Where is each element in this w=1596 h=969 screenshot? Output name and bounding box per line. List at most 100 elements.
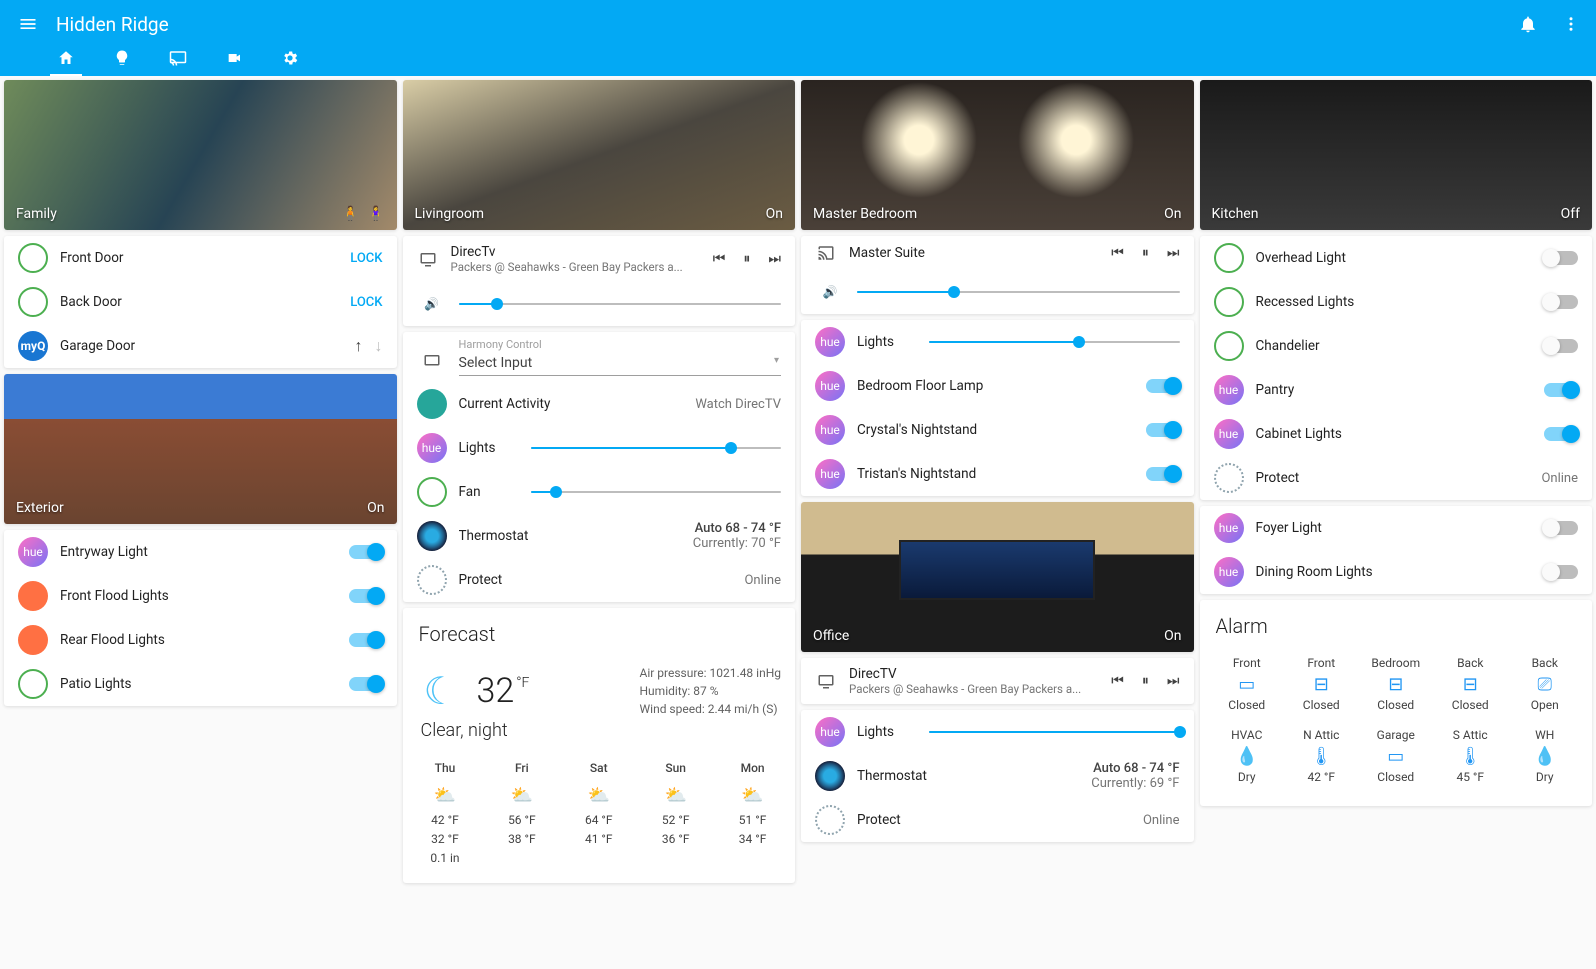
exterior-room-state: On (367, 500, 384, 516)
volume-icon: 🔊 (417, 289, 447, 319)
media-next-button[interactable]: ⏭ (768, 251, 781, 267)
hue-icon: hue (815, 371, 845, 401)
tv-icon (417, 250, 439, 268)
office-header[interactable]: Office On (801, 502, 1194, 652)
presence-icon-male: 🧍 (342, 206, 359, 222)
entity-label: Foyer Light (1256, 520, 1533, 536)
forecast-title: Forecast (403, 608, 796, 650)
alarm-sensor[interactable]: Back⎚Open (1508, 648, 1583, 720)
thermostat-icon (815, 761, 845, 791)
media-pause-button[interactable]: ⏸ (743, 251, 750, 267)
notifications-icon[interactable] (1518, 14, 1538, 34)
overflow-menu-icon[interactable] (1562, 15, 1580, 33)
presence-icon-female: 🧍‍♀️ (367, 206, 384, 222)
kitchen-state: Off (1561, 206, 1580, 222)
garage-down-button[interactable]: ↓ (375, 336, 383, 356)
tab-lights-icon[interactable] (112, 48, 132, 68)
forecast-day: Sat⛅64 °F41 °F (560, 759, 637, 869)
toggle-switch[interactable] (1544, 383, 1578, 397)
ring-icon (1214, 243, 1244, 273)
forecast-day: Sun⛅52 °F36 °F (637, 759, 714, 869)
toggle-switch[interactable] (1544, 339, 1578, 353)
toggle-switch[interactable] (349, 589, 383, 603)
alarm-sensor[interactable]: S Attic🌡45 °F (1433, 720, 1508, 792)
media-next-button[interactable]: ⏭ (1167, 245, 1180, 261)
tab-cast-icon[interactable] (168, 48, 188, 68)
alarm-sensor[interactable]: Bedroom⊟Closed (1359, 648, 1434, 720)
media-pause-button[interactable]: ⏸ (1142, 245, 1149, 261)
entity-label: Overhead Light (1256, 250, 1533, 266)
hue-icon: hue (815, 327, 845, 357)
forecast-temp: 32 (477, 671, 515, 711)
livingroom-header[interactable]: Livingroom On (403, 80, 796, 230)
lr-fan-slider[interactable] (531, 491, 782, 493)
media-subtitle: Packers @ Seahawks - Green Bay Packers a… (451, 260, 701, 274)
toggle-switch[interactable] (1544, 295, 1578, 309)
media-prev-button[interactable]: ⏮ (713, 251, 726, 267)
toggle-switch[interactable] (1544, 251, 1578, 265)
toggle-switch[interactable] (349, 677, 383, 691)
entity-label: Pantry (1256, 382, 1533, 398)
family-room-name: Family (16, 206, 57, 222)
cast-icon (815, 244, 837, 262)
toggle-switch[interactable] (1544, 427, 1578, 441)
toggle-switch[interactable] (1146, 423, 1180, 437)
alarm-sensor[interactable]: Garage▭Closed (1359, 720, 1434, 792)
kitchen-name: Kitchen (1212, 206, 1259, 222)
lr-lights-slider[interactable] (531, 447, 782, 449)
tab-camera-icon[interactable] (224, 48, 244, 68)
media-prev-button[interactable]: ⏮ (1111, 673, 1124, 689)
garage-up-button[interactable]: ↑ (355, 336, 363, 356)
office-thermostat-label: Thermostat (857, 768, 1079, 784)
exterior-room-name: Exterior (16, 500, 64, 516)
entity-label: Dining Room Lights (1256, 564, 1533, 580)
alarm-sensor[interactable]: Back⊟Closed (1433, 648, 1508, 720)
back-door-lock-button[interactable]: LOCK (350, 295, 382, 310)
hamburger-menu-button[interactable] (16, 12, 40, 36)
media-prev-button[interactable]: ⏮ (1111, 245, 1124, 261)
media-next-button[interactable]: ⏭ (1167, 673, 1180, 689)
master-volume-slider[interactable] (857, 291, 1180, 293)
forecast-air: Air pressure: 1021.48 inHg (640, 664, 782, 682)
office-protect-label: Protect (857, 812, 1131, 828)
volume-icon: 🔊 (815, 277, 845, 307)
tab-home-icon[interactable] (56, 48, 76, 68)
lr-protect-value: Online (744, 573, 781, 588)
livingroom-volume-slider[interactable] (459, 303, 782, 305)
entity-label: Protect (1256, 470, 1530, 486)
alarm-sensor[interactable]: Front▭Closed (1210, 648, 1285, 720)
alarm-sensor[interactable]: N Attic🌡42 °F (1284, 720, 1359, 792)
alarm-sensor[interactable]: WH💧Dry (1508, 720, 1583, 792)
toggle-switch[interactable] (349, 545, 383, 559)
office-lights-slider[interactable] (929, 731, 1180, 733)
exterior-room-header[interactable]: Exterior On (4, 374, 397, 524)
protect-icon (417, 565, 447, 595)
office-name: Office (813, 628, 849, 644)
office-media-title: DirecTV (849, 666, 1099, 682)
garage-door-label: Garage Door (60, 338, 343, 354)
toggle-switch[interactable] (1544, 521, 1578, 535)
harmony-input-select[interactable]: Select Input (459, 351, 782, 376)
toggle-switch[interactable] (349, 633, 383, 647)
entity-label: Patio Lights (60, 676, 337, 692)
office-media-subtitle: Packers @ Seahawks - Green Bay Packers a… (849, 682, 1099, 696)
toggle-switch[interactable] (1544, 565, 1578, 579)
family-room-header[interactable]: Family 🧍 🧍‍♀️ (4, 80, 397, 230)
office-lights-label: Lights (857, 724, 917, 740)
media-pause-button[interactable]: ⏸ (1142, 673, 1149, 689)
front-door-lock-button[interactable]: LOCK (350, 251, 382, 266)
entity-label: Crystal's Nightstand (857, 422, 1134, 438)
tab-settings-icon[interactable] (280, 48, 300, 68)
alarm-sensor[interactable]: Front⊟Closed (1284, 648, 1359, 720)
entity-label: Cabinet Lights (1256, 426, 1533, 442)
brightness-slider[interactable] (929, 341, 1180, 343)
alarm-sensor[interactable]: HVAC💧Dry (1210, 720, 1285, 792)
current-activity-value: Watch DirecTV (695, 397, 781, 412)
kitchen-header[interactable]: Kitchen Off (1200, 80, 1593, 230)
master-bedroom-header[interactable]: Master Bedroom On (801, 80, 1194, 230)
toggle-switch[interactable] (1146, 379, 1180, 393)
app-title: Hidden Ridge (56, 13, 1518, 36)
hue-icon: hue (815, 459, 845, 489)
toggle-switch[interactable] (1146, 467, 1180, 481)
current-activity-label: Current Activity (459, 396, 684, 412)
